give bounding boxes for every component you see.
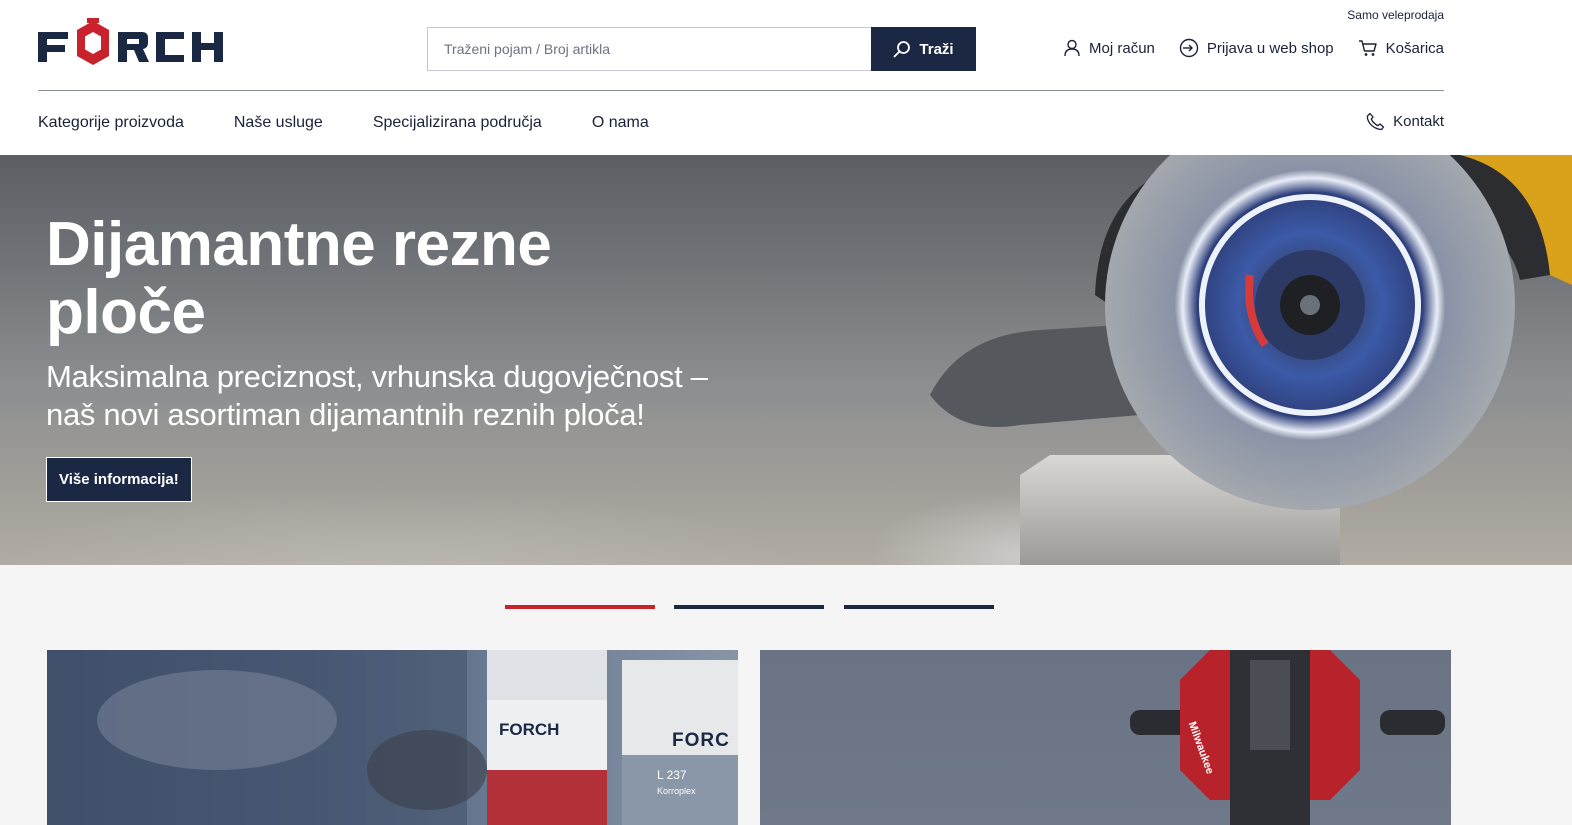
nav-item-specialized-areas[interactable]: Specijalizirana područja — [373, 114, 542, 132]
nav-item-about-us[interactable]: O nama — [592, 114, 649, 132]
card-left-logo-1: FORCH — [499, 720, 560, 739]
contact-link[interactable]: Kontakt — [1366, 112, 1444, 131]
card-left-product-label: L 237 — [657, 768, 687, 782]
slider-section: FORCH FORC L 237 Korroplex Milwaukee — [0, 565, 1572, 825]
milwaukee-tool-image — [1130, 650, 1445, 825]
search-icon — [894, 41, 911, 58]
forch-logo[interactable] — [38, 18, 240, 76]
search-button-label: Traži — [919, 40, 954, 58]
wholesale-note: Samo veleprodaja — [1347, 8, 1444, 22]
more-info-button[interactable]: Više informacija! — [46, 457, 192, 502]
phone-icon — [1366, 112, 1385, 131]
search-bar: Traži — [427, 27, 976, 71]
promo-card-tools[interactable]: Milwaukee — [760, 650, 1451, 825]
promo-card-chemicals[interactable]: FORCH FORC L 237 Korroplex — [47, 650, 738, 825]
contact-label: Kontakt — [1393, 113, 1444, 130]
hero-banner: Dijamantne rezne ploče Maksimalna preciz… — [0, 155, 1572, 565]
webshop-login-label: Prijava u web shop — [1206, 39, 1334, 57]
top-header: Samo veleprodaja Traži Moj — [0, 0, 1572, 90]
cart-label: Košarica — [1385, 39, 1444, 57]
chemical-products-image — [47, 650, 738, 825]
card-left-product-name: Korroplex — [657, 786, 696, 796]
hero-subtitle-line-2: naš novi asortiman dijamantnih reznih pl… — [46, 397, 645, 432]
my-account-label: Moj račun — [1089, 39, 1155, 57]
slider-dot-1[interactable] — [505, 605, 655, 609]
hero-subtitle-line-1: Maksimalna preciznost, vrhunska dugovječ… — [46, 359, 708, 394]
angle-grinder-image — [930, 155, 1572, 565]
login-icon — [1179, 38, 1199, 58]
hero-title-line-1: Dijamantne rezne — [46, 210, 552, 279]
slider-dot-3[interactable] — [844, 605, 994, 609]
cart-link[interactable]: Košarica — [1358, 39, 1444, 57]
my-account-link[interactable]: Moj račun — [1063, 39, 1155, 57]
card-left-logo-2: FORC — [672, 730, 730, 751]
search-button[interactable]: Traži — [871, 27, 976, 71]
cart-icon — [1358, 40, 1377, 56]
user-icon — [1064, 39, 1080, 57]
nav-item-product-categories[interactable]: Kategorije proizvoda — [38, 114, 184, 132]
hero-subtitle: Maksimalna preciznost, vrhunska dugovječ… — [46, 358, 766, 434]
user-links: Moj račun Prijava u web shop Košarica — [1063, 38, 1444, 58]
hero-title: Dijamantne rezne ploče — [46, 210, 552, 347]
search-input[interactable] — [427, 27, 871, 71]
hero-title-line-2: ploče — [46, 278, 206, 347]
nav-item-services[interactable]: Naše usluge — [234, 114, 323, 132]
main-nav: Kategorije proizvoda Naše usluge Specija… — [38, 91, 1444, 155]
webshop-login-link[interactable]: Prijava u web shop — [1179, 38, 1334, 58]
slider-dot-2[interactable] — [674, 605, 824, 609]
